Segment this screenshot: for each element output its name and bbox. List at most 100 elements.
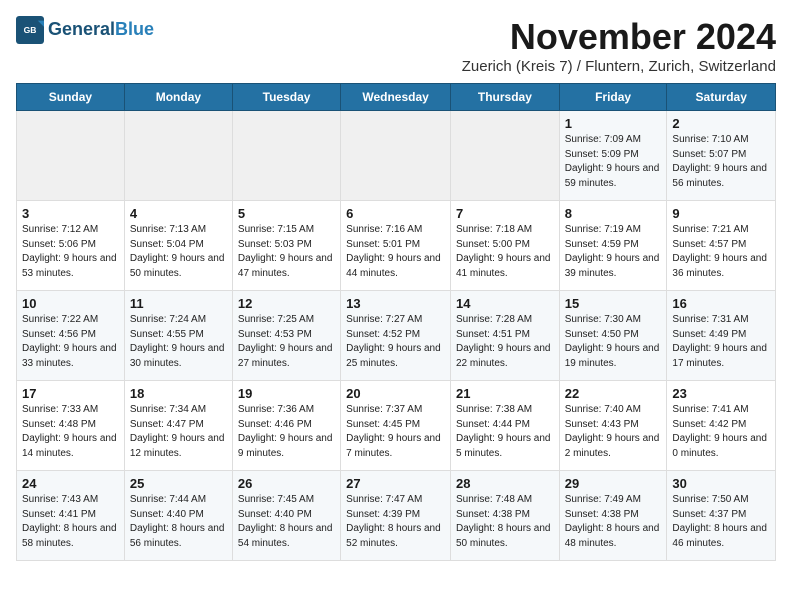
day-cell: 18 Sunrise: 7:34 AM Sunset: 4:47 PM Dayli… [124, 381, 232, 471]
day-number: 27 [346, 476, 445, 491]
header-day-wednesday: Wednesday [341, 84, 451, 111]
day-number: 30 [672, 476, 770, 491]
day-info: Sunrise: 7:36 AM Sunset: 4:46 PM Dayligh… [238, 403, 335, 461]
day-cell: 2Sunrise: 7:10 AM Sunset: 5:07 PM Daylig… [667, 111, 776, 201]
week-row-4: 17 Sunrise: 7:33 AM Sunset: 4:48 PM Dayli… [17, 381, 776, 471]
day-number: 9 [672, 206, 770, 221]
day-info: Sunrise: 7:19 AM Sunset: 4:59 PM Dayligh… [565, 223, 662, 281]
day-info: Sunrise: 7:48 AM Sunset: 4:38 PM Dayligh… [456, 493, 554, 551]
day-info: Sunrise: 7:38 AM Sunset: 4:44 PM Dayligh… [456, 403, 554, 461]
day-info: Sunrise: 7:25 AM Sunset: 4:53 PM Dayligh… [238, 313, 335, 371]
day-cell: 9 Sunrise: 7:21 AM Sunset: 4:57 PM Daylig… [667, 201, 776, 291]
day-info: Sunrise: 7:15 AM Sunset: 5:03 PM Dayligh… [238, 223, 335, 281]
day-info: Sunrise: 7:40 AM Sunset: 4:43 PM Dayligh… [565, 403, 662, 461]
day-cell: 25 Sunrise: 7:44 AM Sunset: 4:40 PM Dayli… [124, 471, 232, 561]
day-number: 25 [130, 476, 227, 491]
logo: GB GeneralBlue [16, 16, 154, 44]
day-cell: 5 Sunrise: 7:15 AM Sunset: 5:03 PM Daylig… [232, 201, 340, 291]
location-subtitle: Zuerich (Kreis 7) / Fluntern, Zurich, Sw… [462, 58, 776, 75]
day-info: Sunrise: 7:45 AM Sunset: 4:40 PM Dayligh… [238, 493, 335, 551]
day-number: 29 [565, 476, 662, 491]
day-info: Sunrise: 7:16 AM Sunset: 5:01 PM Dayligh… [346, 223, 445, 281]
header-day-thursday: Thursday [450, 84, 559, 111]
month-title: November 2024 [462, 16, 776, 58]
day-info: Sunrise: 7:44 AM Sunset: 4:40 PM Dayligh… [130, 493, 227, 551]
day-cell: 15Sunrise: 7:30 AM Sunset: 4:50 PM Dayli… [559, 291, 667, 381]
day-info: Sunrise: 7:22 AM Sunset: 4:56 PM Dayligh… [22, 313, 119, 371]
day-cell: 26Sunrise: 7:45 AM Sunset: 4:40 PM Dayli… [232, 471, 340, 561]
day-cell: 11 Sunrise: 7:24 AM Sunset: 4:55 PM Dayli… [124, 291, 232, 381]
day-number: 18 [130, 386, 227, 401]
day-cell: 12 Sunrise: 7:25 AM Sunset: 4:53 PM Dayli… [232, 291, 340, 381]
week-row-1: 1 Sunrise: 7:09 AM Sunset: 5:09 PM Daylig… [17, 111, 776, 201]
day-number: 2 [672, 116, 770, 131]
day-info: Sunrise: 7:37 AM Sunset: 4:45 PM Dayligh… [346, 403, 445, 461]
day-cell [341, 111, 451, 201]
day-cell: 7Sunrise: 7:18 AM Sunset: 5:00 PM Daylig… [450, 201, 559, 291]
day-number: 5 [238, 206, 335, 221]
day-info: Sunrise: 7:28 AM Sunset: 4:51 PM Dayligh… [456, 313, 554, 371]
day-cell: 27 Sunrise: 7:47 AM Sunset: 4:39 PM Dayli… [341, 471, 451, 561]
top-row: GB GeneralBlue November 2024 Zuerich (Kr… [16, 16, 776, 77]
day-cell: 14 Sunrise: 7:28 AM Sunset: 4:51 PM Dayli… [450, 291, 559, 381]
day-info: Sunrise: 7:12 AM Sunset: 5:06 PM Dayligh… [22, 223, 119, 281]
calendar-body: 1 Sunrise: 7:09 AM Sunset: 5:09 PM Daylig… [17, 111, 776, 561]
day-info: Sunrise: 7:13 AM Sunset: 5:04 PM Dayligh… [130, 223, 227, 281]
day-cell: 6Sunrise: 7:16 AM Sunset: 5:01 PM Daylig… [341, 201, 451, 291]
logo-icon: GB [16, 16, 44, 44]
day-info: Sunrise: 7:24 AM Sunset: 4:55 PM Dayligh… [130, 313, 227, 371]
header-day-sunday: Sunday [17, 84, 125, 111]
day-number: 1 [565, 116, 662, 131]
calendar-header: SundayMondayTuesdayWednesdayThursdayFrid… [17, 84, 776, 111]
day-info: Sunrise: 7:33 AM Sunset: 4:48 PM Dayligh… [22, 403, 119, 461]
logo-general: General [48, 19, 115, 39]
day-cell: 3 Sunrise: 7:12 AM Sunset: 5:06 PM Daylig… [17, 201, 125, 291]
day-cell: 1 Sunrise: 7:09 AM Sunset: 5:09 PM Daylig… [559, 111, 667, 201]
day-info: Sunrise: 7:41 AM Sunset: 4:42 PM Dayligh… [672, 403, 770, 461]
day-number: 17 [22, 386, 119, 401]
logo-blue: Blue [115, 19, 154, 39]
day-cell: 24Sunrise: 7:43 AM Sunset: 4:41 PM Dayli… [17, 471, 125, 561]
day-cell: 16Sunrise: 7:31 AM Sunset: 4:49 PM Dayli… [667, 291, 776, 381]
day-number: 21 [456, 386, 554, 401]
week-row-5: 24Sunrise: 7:43 AM Sunset: 4:41 PM Dayli… [17, 471, 776, 561]
day-info: Sunrise: 7:43 AM Sunset: 4:41 PM Dayligh… [22, 493, 119, 551]
day-cell [232, 111, 340, 201]
day-cell: 28 Sunrise: 7:48 AM Sunset: 4:38 PM Dayli… [450, 471, 559, 561]
day-number: 23 [672, 386, 770, 401]
day-number: 7 [456, 206, 554, 221]
svg-text:GB: GB [24, 25, 37, 35]
day-number: 10 [22, 296, 119, 311]
header-day-friday: Friday [559, 84, 667, 111]
day-info: Sunrise: 7:27 AM Sunset: 4:52 PM Dayligh… [346, 313, 445, 371]
day-number: 13 [346, 296, 445, 311]
day-number: 3 [22, 206, 119, 221]
calendar-table: SundayMondayTuesdayWednesdayThursdayFrid… [16, 83, 776, 561]
day-info: Sunrise: 7:21 AM Sunset: 4:57 PM Dayligh… [672, 223, 770, 281]
day-cell: 23 Sunrise: 7:41 AM Sunset: 4:42 PM Dayli… [667, 381, 776, 471]
day-info: Sunrise: 7:47 AM Sunset: 4:39 PM Dayligh… [346, 493, 445, 551]
day-number: 8 [565, 206, 662, 221]
day-info: Sunrise: 7:09 AM Sunset: 5:09 PM Dayligh… [565, 133, 662, 191]
day-cell: 19Sunrise: 7:36 AM Sunset: 4:46 PM Dayli… [232, 381, 340, 471]
day-cell [17, 111, 125, 201]
day-cell [450, 111, 559, 201]
day-number: 28 [456, 476, 554, 491]
header-row: SundayMondayTuesdayWednesdayThursdayFrid… [17, 84, 776, 111]
day-number: 22 [565, 386, 662, 401]
day-number: 12 [238, 296, 335, 311]
day-cell: 20Sunrise: 7:37 AM Sunset: 4:45 PM Dayli… [341, 381, 451, 471]
day-number: 11 [130, 296, 227, 311]
day-info: Sunrise: 7:34 AM Sunset: 4:47 PM Dayligh… [130, 403, 227, 461]
day-cell: 29 Sunrise: 7:49 AM Sunset: 4:38 PM Dayli… [559, 471, 667, 561]
day-cell: 10 Sunrise: 7:22 AM Sunset: 4:56 PM Dayli… [17, 291, 125, 381]
day-cell [124, 111, 232, 201]
day-number: 14 [456, 296, 554, 311]
day-cell: 21 Sunrise: 7:38 AM Sunset: 4:44 PM Dayli… [450, 381, 559, 471]
day-cell: 4Sunrise: 7:13 AM Sunset: 5:04 PM Daylig… [124, 201, 232, 291]
day-number: 15 [565, 296, 662, 311]
day-cell: 30Sunrise: 7:50 AM Sunset: 4:37 PM Dayli… [667, 471, 776, 561]
day-info: Sunrise: 7:49 AM Sunset: 4:38 PM Dayligh… [565, 493, 662, 551]
day-info: Sunrise: 7:31 AM Sunset: 4:49 PM Dayligh… [672, 313, 770, 371]
day-cell: 17 Sunrise: 7:33 AM Sunset: 4:48 PM Dayli… [17, 381, 125, 471]
